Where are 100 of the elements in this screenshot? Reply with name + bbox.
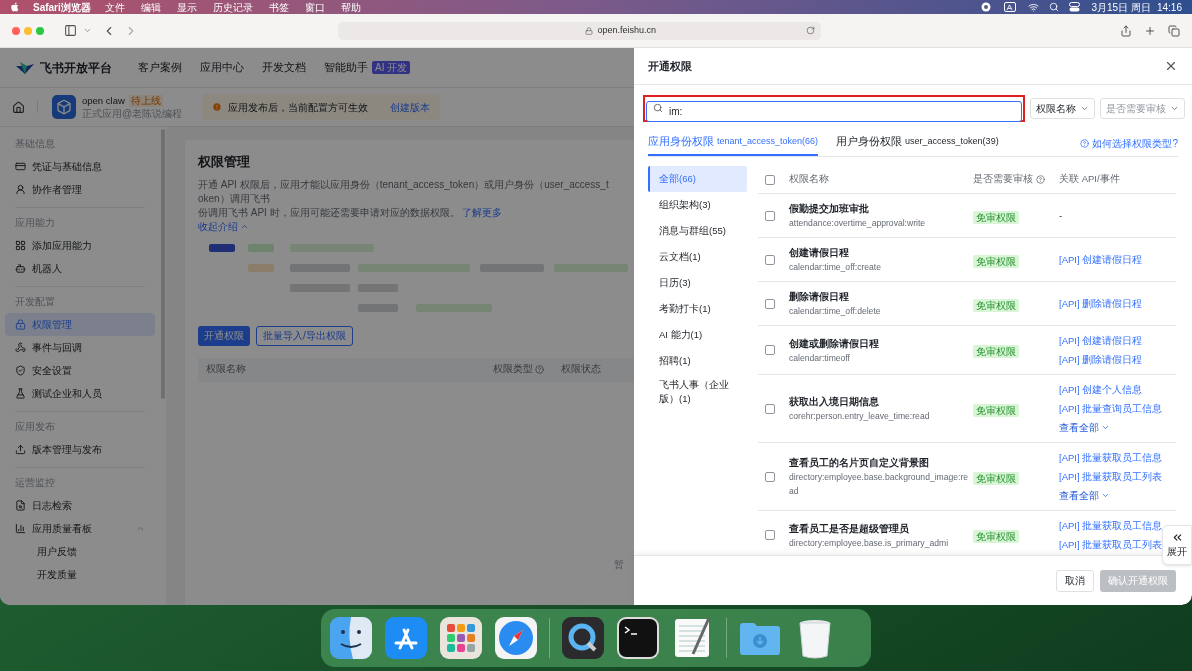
- launchpad-icon[interactable]: [439, 616, 483, 660]
- sidebar-item[interactable]: 机器人: [5, 257, 155, 280]
- help-icon[interactable]: [1080, 138, 1090, 148]
- api-link[interactable]: [API] 删除请假日程: [1059, 352, 1143, 367]
- category-item[interactable]: 组织架构(3): [648, 192, 747, 218]
- modal-overlay[interactable]: [0, 48, 634, 605]
- nav-link[interactable]: 开发文档: [262, 59, 306, 76]
- tabs-overview-icon[interactable]: [1168, 24, 1180, 37]
- reload-icon[interactable]: [806, 26, 815, 35]
- sidebar-item[interactable]: 应用质量看板: [5, 517, 155, 540]
- close-window-button[interactable]: [12, 26, 20, 35]
- identity-tab[interactable]: 用户身份权限 user_access_token(39): [836, 130, 999, 156]
- sidebar-item[interactable]: 日志检索: [5, 494, 155, 517]
- row-checkbox[interactable]: [765, 471, 775, 482]
- terminal-icon[interactable]: [616, 616, 660, 660]
- sidebar-item[interactable]: 测试企业和人员: [5, 382, 155, 405]
- sidebar-item[interactable]: 版本管理与发布: [5, 438, 155, 461]
- help-icon[interactable]: [1036, 175, 1045, 184]
- menu-item[interactable]: 显示: [176, 0, 197, 15]
- learn-more-link[interactable]: 了解更多: [461, 205, 502, 220]
- create-version-link[interactable]: 创建版本: [390, 99, 431, 115]
- api-link[interactable]: [API] 批量获取员工列表: [1059, 469, 1163, 484]
- menu-item[interactable]: 编辑: [140, 0, 161, 15]
- category-item[interactable]: AI 能力(1): [648, 322, 747, 348]
- cancel-button[interactable]: 取消: [1056, 569, 1094, 592]
- category-item[interactable]: 日历(3): [648, 270, 747, 296]
- select-all-checkbox[interactable]: [765, 174, 775, 185]
- api-link[interactable]: [API] 批量获取员工列表: [1059, 537, 1163, 552]
- api-link[interactable]: [API] 批量获取员工信息: [1059, 518, 1163, 533]
- app-menu[interactable]: Safari浏览器: [33, 0, 91, 15]
- row-checkbox[interactable]: [765, 345, 775, 355]
- api-link[interactable]: [API] 创建请假日程: [1059, 252, 1143, 267]
- api-link[interactable]: [API] 删除请假日程: [1059, 296, 1143, 311]
- nav-link[interactable]: 智能助手: [324, 59, 368, 76]
- category-item[interactable]: 全部(66): [648, 166, 747, 192]
- chevron-up-icon[interactable]: [240, 222, 249, 231]
- url-text[interactable]: open.feishu.cn: [597, 23, 656, 38]
- wifi-icon[interactable]: [1027, 1, 1039, 13]
- menu-item[interactable]: 历史记录: [212, 0, 253, 15]
- api-link[interactable]: [API] 创建请假日程: [1059, 333, 1143, 348]
- menu-item[interactable]: 窗口: [304, 0, 325, 15]
- secondary-button[interactable]: 批量导入/导出权限: [256, 325, 353, 346]
- api-link[interactable]: [API] 批量查询员工信息: [1059, 401, 1163, 416]
- help-link[interactable]: 如何选择权限类型?: [1092, 135, 1178, 151]
- api-link[interactable]: [API] 创建个人信息: [1059, 382, 1163, 397]
- chevron-down-icon[interactable]: [1101, 423, 1110, 432]
- new-tab-icon[interactable]: [1144, 24, 1156, 37]
- category-item[interactable]: 云文档(1): [648, 244, 747, 270]
- chevron-down-icon[interactable]: [1101, 491, 1110, 500]
- help-icon[interactable]: [535, 365, 544, 374]
- address-bar[interactable]: open.feishu.cn: [338, 21, 821, 40]
- menu-item[interactable]: 帮助: [340, 0, 361, 15]
- identity-tab[interactable]: 应用身份权限 tenant_access_token(66): [648, 130, 819, 156]
- apple-icon[interactable]: [10, 2, 19, 12]
- brand-name[interactable]: 飞书开放平台: [40, 58, 112, 77]
- home-icon[interactable]: [12, 100, 25, 114]
- search-icon[interactable]: [1048, 2, 1059, 12]
- logo-icon[interactable]: [15, 59, 35, 76]
- category-item[interactable]: 消息与群组(55): [648, 218, 747, 244]
- menu-item[interactable]: 书签: [268, 0, 289, 15]
- row-checkbox[interactable]: [765, 298, 775, 309]
- compass-icon[interactable]: [494, 616, 538, 660]
- quicktime-icon[interactable]: [561, 616, 605, 660]
- sidebar-subitem[interactable]: 开发质量: [5, 563, 155, 586]
- category-item[interactable]: 飞书人事（企业版）(1): [648, 374, 747, 410]
- search-field[interactable]: im:: [646, 101, 1022, 122]
- nav-link[interactable]: 客户案例: [138, 59, 182, 76]
- chevron-up-icon[interactable]: [136, 524, 145, 533]
- finder-icon[interactable]: [329, 616, 373, 660]
- control-center-icon[interactable]: [1068, 2, 1080, 12]
- view-all-link[interactable]: 查看全部: [1059, 420, 1099, 435]
- sidebar-subitem[interactable]: 用户反馈: [5, 540, 155, 563]
- chevron-down-icon[interactable]: [83, 26, 92, 35]
- chevron-down-icon[interactable]: [1080, 104, 1089, 113]
- nav-link[interactable]: 应用中心: [200, 59, 244, 76]
- sidebar-item[interactable]: 协作者管理: [5, 178, 155, 201]
- menubar-time[interactable]: 14:16: [1156, 0, 1182, 15]
- sidebar-item[interactable]: 添加应用能力: [5, 234, 155, 257]
- row-checkbox[interactable]: [765, 403, 775, 414]
- category-item[interactable]: 考勤打卡(1): [648, 296, 747, 322]
- row-checkbox[interactable]: [765, 254, 775, 265]
- chevron-down-icon[interactable]: [1170, 104, 1179, 113]
- api-link[interactable]: [API] 批量获取员工信息: [1059, 450, 1163, 465]
- row-checkbox[interactable]: [765, 530, 775, 540]
- input-method-icon[interactable]: [1003, 2, 1016, 12]
- close-icon[interactable]: [1164, 59, 1178, 73]
- menu-item[interactable]: 文件: [104, 0, 125, 15]
- sidebar-item[interactable]: 安全设置: [5, 359, 155, 382]
- sidebar-item[interactable]: 凭证与基础信息: [5, 155, 155, 178]
- sidebar-item[interactable]: 事件与回调: [5, 336, 155, 359]
- app-store-icon[interactable]: [384, 616, 428, 660]
- menubar-date[interactable]: 3月15日 周日: [1091, 0, 1151, 15]
- view-all-link[interactable]: 查看全部: [1059, 488, 1099, 503]
- share-icon[interactable]: [1120, 24, 1132, 37]
- app-avatar-icon[interactable]: [52, 95, 76, 119]
- sidebar-icon[interactable]: [64, 24, 77, 37]
- collapse-link[interactable]: 收起介绍: [198, 219, 238, 234]
- record-icon[interactable]: [980, 2, 991, 12]
- maximize-window-button[interactable]: [36, 26, 44, 35]
- primary-button[interactable]: 开通权限: [198, 325, 250, 346]
